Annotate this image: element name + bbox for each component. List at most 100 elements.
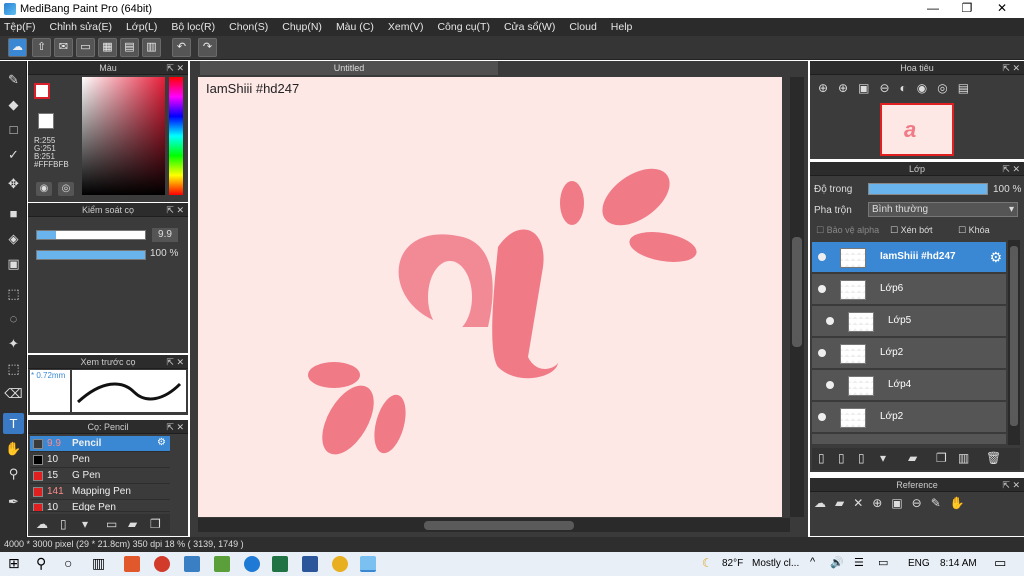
share-icon[interactable]: ⇧ [32, 38, 51, 57]
app-pinned-icon[interactable] [124, 556, 140, 572]
eraser-tool-icon[interactable]: ◆ [3, 94, 24, 115]
word-icon[interactable] [302, 556, 318, 572]
new-8bit-layer-icon[interactable]: ▯ [858, 451, 865, 465]
delete-layer-icon[interactable]: 🗑 [986, 451, 1001, 465]
battery-icon[interactable]: ▭ [878, 556, 888, 569]
panel-close-icon[interactable]: ⇱ ✕ [166, 61, 184, 75]
menu-layer[interactable]: Lớp(L) [126, 21, 157, 33]
weather-temp[interactable]: 82°F [722, 558, 743, 569]
eye-icon[interactable] [818, 349, 826, 357]
edge-icon[interactable] [244, 556, 260, 572]
select-eraser-icon[interactable]: ⌫ [3, 383, 24, 404]
eye-icon[interactable] [818, 413, 826, 421]
eye-icon[interactable] [818, 285, 826, 293]
menu-filter[interactable]: Bộ lọc(R) [171, 21, 215, 33]
text-tool-icon[interactable]: T [3, 413, 24, 434]
eye-icon[interactable] [826, 317, 834, 325]
layer-row[interactable]: Lớp4 [812, 370, 1006, 401]
panel-close-icon[interactable]: ⇱ ✕ [166, 355, 184, 369]
app-pinned-icon[interactable] [214, 556, 230, 572]
reference-toolbar[interactable]: ☁▰✕⊕▣⊖✎✋ [814, 496, 1020, 514]
grid-icon[interactable]: ▦ [98, 38, 117, 57]
canvas-tab[interactable]: Untitled [200, 61, 498, 75]
brush-item[interactable]: 141 Mapping Pen [30, 484, 170, 500]
duplicate-layer-icon[interactable]: ❐ [936, 451, 947, 465]
close-button[interactable]: ✕ [985, 0, 1019, 18]
layout-icon[interactable]: ▥ [142, 38, 161, 57]
clip-checkbox[interactable]: ☐ Xén bớt [890, 225, 933, 236]
navigator-toolbar[interactable]: ⊕⊕▣⊖◐◉◎▤ [818, 81, 1018, 99]
excel-icon[interactable] [272, 556, 288, 572]
primary-color-swatch[interactable] [34, 83, 50, 99]
layer-row[interactable]: Lớp6 [812, 274, 1006, 305]
drawing-canvas[interactable]: IamShiii #hd247 [198, 77, 782, 517]
menu-color[interactable]: Màu (C) [336, 21, 374, 33]
cloud-icon[interactable]: ☁ [8, 38, 27, 57]
palette-icon[interactable]: ◉ [36, 182, 52, 196]
layer-scroll-thumb[interactable] [1010, 246, 1018, 426]
gear-icon[interactable]: ⚙ [989, 249, 1002, 266]
gradient-tool-icon[interactable]: ▣ [3, 253, 24, 274]
comment-icon[interactable]: ✉ [54, 38, 73, 57]
menu-select[interactable]: Chọn(S) [229, 21, 268, 33]
menu-view[interactable]: Xem(V) [388, 21, 424, 33]
color-saturation-field[interactable] [82, 77, 165, 195]
layer-row[interactable]: Lớp5 [812, 306, 1006, 337]
panel-close-icon[interactable]: ⇱ ✕ [166, 420, 184, 434]
canvas-horizontal-scrollbar[interactable] [198, 518, 790, 532]
maximize-button[interactable]: ❐ [950, 0, 984, 18]
select-rect-icon[interactable]: ⬚ [3, 283, 24, 304]
copy-brush-icon[interactable]: ▭ [106, 517, 117, 531]
hscroll-thumb[interactable] [424, 521, 574, 530]
brush-opacity-slider[interactable] [36, 250, 146, 260]
menu-snap[interactable]: Chụp(N) [282, 21, 322, 33]
add-brush-icon[interactable]: ▾ [82, 517, 88, 531]
clock[interactable]: 8:14 AM [940, 558, 977, 569]
layer-row[interactable]: Lớp2 [812, 338, 1006, 369]
vscroll-thumb[interactable] [792, 237, 802, 347]
gear-icon[interactable]: ⚙ [157, 437, 166, 448]
brush-tool-icon[interactable]: ✎ [3, 69, 24, 90]
task-view-icon[interactable]: ▥ [92, 555, 105, 572]
canvas-vertical-scrollbar[interactable] [790, 77, 804, 517]
lock-checkbox[interactable]: ☐ Khóa [958, 225, 990, 236]
shape-tool-icon[interactable]: □ [3, 119, 24, 140]
folder-icon[interactable]: ▰ [128, 517, 137, 531]
menu-edit[interactable]: Chỉnh sửa(E) [50, 21, 112, 33]
eye-icon[interactable] [818, 253, 826, 261]
menu-file[interactable]: Tệp(F) [4, 21, 36, 33]
bucket-tool-icon[interactable]: ◈ [3, 228, 24, 249]
brush-size-value[interactable]: 9.9 [152, 228, 178, 242]
folder-icon[interactable]: ▰ [908, 451, 917, 465]
layer-opacity-slider[interactable] [868, 183, 988, 195]
brush-item[interactable]: 9.9 Pencil ⚙ [30, 436, 170, 452]
panel-close-icon[interactable]: ⇱ ✕ [1002, 478, 1020, 492]
redo-icon[interactable]: ↷ [198, 38, 217, 57]
blend-mode-select[interactable]: Bình thường ▾ [868, 202, 1018, 217]
brush-size-slider[interactable] [36, 230, 146, 240]
undo-icon[interactable]: ↶ [172, 38, 191, 57]
weather-text[interactable]: Mostly cl... [752, 558, 799, 569]
new-brush-icon[interactable]: ▯ [60, 517, 67, 531]
new-layer-icon[interactable]: ▯ [818, 451, 825, 465]
add-layer-menu-icon[interactable]: ▾ [880, 451, 886, 465]
eyedropper-icon[interactable]: ⚲ [3, 463, 24, 484]
tray-chevron-icon[interactable]: ^ [810, 556, 815, 568]
panel-close-icon[interactable]: ⇱ ✕ [166, 203, 184, 217]
search-icon[interactable]: ⚲ [36, 555, 46, 572]
protect-alpha-checkbox[interactable]: ☐ Bảo vệ alpha [816, 225, 879, 236]
menu-tools[interactable]: Công cụ(T) [437, 21, 490, 33]
layer-row[interactable]: Lớp2 [812, 402, 1006, 433]
dot-tool-icon[interactable]: ✓ [3, 144, 24, 165]
network-icon[interactable]: ☰ [854, 556, 864, 569]
medibang-taskbar-icon[interactable] [360, 556, 376, 572]
app-pinned-icon[interactable] [154, 556, 170, 572]
menu-help[interactable]: Help [611, 21, 633, 33]
panel-icon[interactable]: ▤ [120, 38, 139, 57]
duplicate-icon[interactable]: ❐ [150, 517, 161, 531]
menu-window[interactable]: Cửa sổ(W) [504, 21, 555, 33]
pen-tool-icon[interactable]: ✒ [3, 491, 24, 512]
panel-close-icon[interactable]: ⇱ ✕ [1002, 61, 1020, 75]
lasso-icon[interactable]: ◌ [3, 308, 24, 329]
fill-rect-tool-icon[interactable]: ■ [3, 203, 24, 224]
